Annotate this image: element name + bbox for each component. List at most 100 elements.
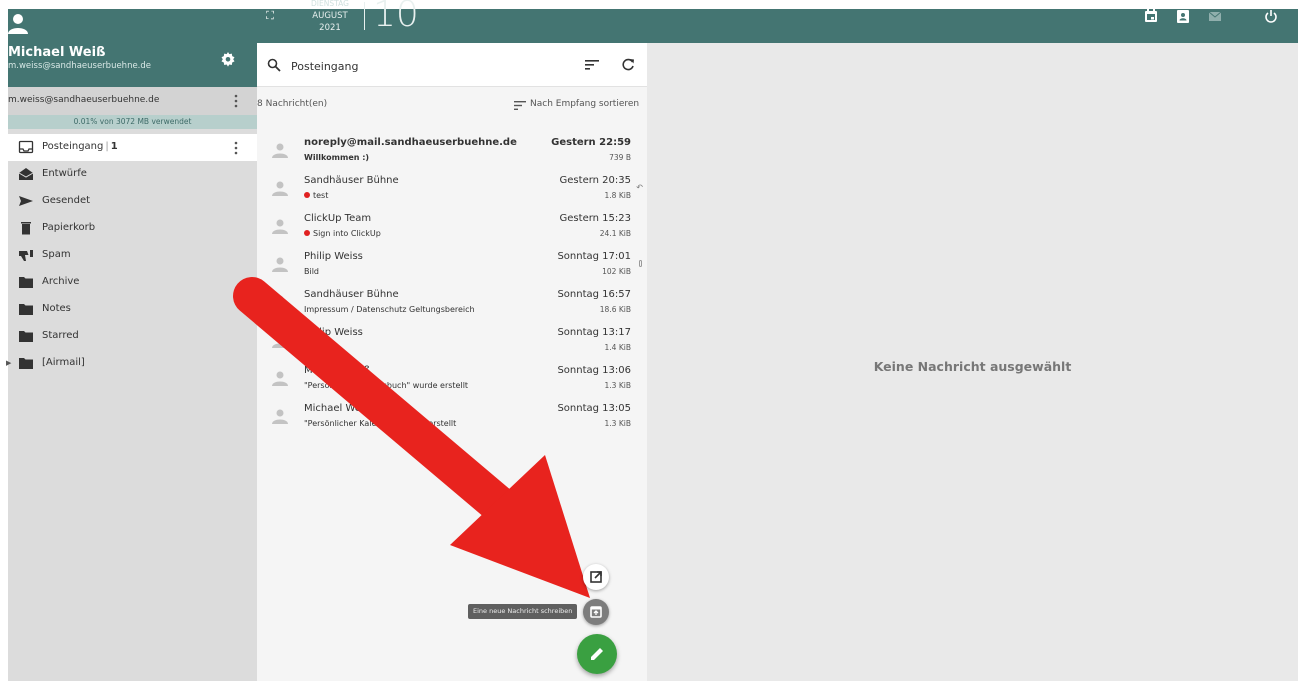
account-email: m.weiss@sandhaeuserbuehne.de <box>8 61 152 71</box>
message-row[interactable]: Philip Weiss Bild Sonntag 17:01 102 KiB <box>257 247 647 285</box>
drafts-icon <box>18 168 34 180</box>
message-sender: Michael Weiß <box>304 365 371 376</box>
spam-icon <box>19 250 33 261</box>
date-divider <box>364 2 365 30</box>
power-icon[interactable] <box>1264 9 1278 23</box>
folder-drafts[interactable]: Entwürfe <box>8 161 257 188</box>
message-subject: Impressum / Datenschutz Geltungsbereich <box>304 305 475 314</box>
sort-label[interactable]: Nach Empfang sortieren <box>530 99 639 109</box>
folder-unread-count: 1 <box>110 141 118 152</box>
user-avatar-icon[interactable] <box>8 13 28 35</box>
message-sender: Philip Weiss <box>304 327 363 338</box>
search-icon[interactable] <box>267 58 281 72</box>
date-display: DIENSTAG AUGUST 2021 <box>300 0 360 34</box>
new-window-icon <box>590 606 602 618</box>
message-sender: ClickUp Team <box>304 213 372 224</box>
sender-avatar-icon <box>272 257 288 272</box>
sent-icon <box>19 196 33 206</box>
message-size: 18.6 KiB <box>599 305 631 314</box>
flag-dot-icon <box>304 192 310 198</box>
folder-drafts-label: Entwürfe <box>42 168 87 179</box>
folder-notes[interactable]: Notes <box>8 296 257 323</box>
folder-menu-icon[interactable] <box>234 141 238 155</box>
account-row[interactable]: m.weiss@sandhaeuserbuehne.de <box>8 87 257 115</box>
message-sender: Sandhäuser Bühne <box>304 175 399 186</box>
folder-list: Posteingang | 1 Entwürfe Gesendet Papier… <box>6 134 257 377</box>
message-row[interactable]: Michael Weiß "Persönliches Adressbuch" w… <box>257 361 647 399</box>
message-row[interactable]: Sandhäuser Bühne test Gestern 20:35 1.8 … <box>257 171 647 209</box>
fullscreen-icon[interactable]: ⛶ <box>264 10 276 22</box>
filter-icon[interactable] <box>585 59 599 71</box>
message-subject: Sign into ClickUp <box>313 229 381 238</box>
folder-spam[interactable]: Spam <box>8 242 257 269</box>
message-subject: "Persönliches Adressbuch" wurde erstellt <box>304 381 469 390</box>
expand-arrow-icon[interactable]: ▶ <box>6 359 11 367</box>
folder-starred-label: Starred <box>42 330 79 341</box>
folder-starred[interactable]: Starred <box>8 323 257 350</box>
folder-airmail-label: [Airmail] <box>42 357 85 368</box>
sort-icon[interactable] <box>514 101 526 110</box>
folder-trash[interactable]: Papierkorb <box>8 215 257 242</box>
contacts-icon[interactable] <box>1176 9 1190 23</box>
message-date: Sonntag 17:01 <box>557 251 631 262</box>
message-date: Sonntag 13:06 <box>557 365 631 376</box>
mail-icon[interactable] <box>1208 9 1222 23</box>
message-subject: "Persönlicher Kalender" wurde erstellt <box>304 419 457 428</box>
folder-inbox[interactable]: Posteingang | 1 <box>8 134 257 161</box>
folder-archive[interactable]: Archive <box>8 269 257 296</box>
message-row[interactable]: ClickUp Team Sign into ClickUp Gestern 1… <box>257 209 647 247</box>
folder-notes-label: Notes <box>42 303 71 314</box>
sidebar-header-strip <box>8 9 257 43</box>
message-size: 1.3 KiB <box>604 419 631 428</box>
compose-button[interactable] <box>577 634 617 674</box>
no-message-selected-text: Keine Nachricht ausgewählt <box>873 359 1072 374</box>
message-subject: Willkommen :) <box>304 153 370 162</box>
sender-avatar-icon <box>272 143 288 158</box>
message-date: Gestern 15:23 <box>559 213 631 224</box>
folder-archive-label: Archive <box>42 276 80 287</box>
message-row[interactable]: Sandhäuser Bühne Impressum / Datenschutz… <box>257 285 647 323</box>
replied-icon: ↶ <box>636 183 643 192</box>
inbox-icon <box>18 140 34 154</box>
search-bar[interactable]: Posteingang <box>257 43 647 87</box>
message-count: 8 Nachricht(en) <box>257 99 328 109</box>
folder-sent[interactable]: Gesendet <box>8 188 257 215</box>
folder-icon <box>19 277 33 288</box>
gear-icon[interactable] <box>220 51 236 67</box>
refresh-icon[interactable] <box>621 58 635 72</box>
folder-sent-label: Gesendet <box>42 195 91 206</box>
account-name: Michael Weiß <box>8 45 106 60</box>
pencil-icon <box>591 648 603 660</box>
popout-button[interactable] <box>583 564 609 590</box>
new-message-window-button[interactable] <box>583 599 609 625</box>
flag-dot-icon <box>304 230 310 236</box>
account-row-email: m.weiss@sandhaeuserbuehne.de <box>8 95 160 105</box>
message-date: Gestern 20:35 <box>559 175 631 186</box>
account-menu-icon[interactable] <box>234 94 238 108</box>
message-date: Gestern 22:59 <box>551 137 631 148</box>
message-sender: Philip Weiss <box>304 251 363 262</box>
message-subject-wrap: test <box>304 191 328 200</box>
folder-trash-label: Papierkorb <box>42 222 96 233</box>
folder-inbox-label: Posteingang <box>42 141 104 152</box>
date-weekday: DIENSTAG <box>311 0 349 8</box>
new-message-tooltip: Eine neue Nachricht schreiben <box>468 604 578 619</box>
message-size: 739 B <box>609 153 631 162</box>
message-row[interactable]: Philip Weiss Sonntag 13:17 1.4 KiB <box>257 323 647 361</box>
quota-bar: 0.01% von 3072 MB verwendet <box>8 115 257 129</box>
folder-count-separator: | <box>105 141 109 152</box>
calendar-icon[interactable] <box>1144 9 1158 23</box>
message-date: Sonntag 13:05 <box>557 403 631 414</box>
message-row[interactable]: noreply@mail.sandhaeuserbuehne.de Willko… <box>257 133 647 171</box>
message-row[interactable]: Michael Weiß "Persönlicher Kalender" wur… <box>257 399 647 437</box>
top-bar <box>8 9 1298 43</box>
sender-avatar-icon <box>272 333 288 348</box>
message-subject-wrap: Sign into ClickUp <box>304 229 381 238</box>
folder-spam-label: Spam <box>42 249 71 260</box>
folder-airmail[interactable]: ▶ [Airmail] <box>6 350 257 377</box>
message-date: Sonntag 16:57 <box>557 289 631 300</box>
message-subject: test <box>313 191 329 200</box>
open-in-new-icon <box>590 571 602 583</box>
folder-icon <box>19 304 33 315</box>
message-sender: noreply@mail.sandhaeuserbuehne.de <box>304 137 517 148</box>
